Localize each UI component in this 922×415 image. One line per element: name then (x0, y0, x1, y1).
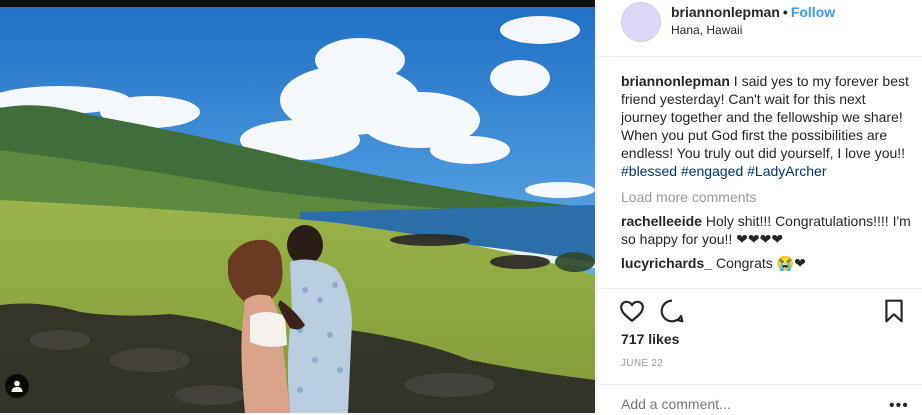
more-options-button[interactable]: ••• (889, 397, 909, 415)
header-dot: • (782, 4, 788, 20)
caption: briannonlepman I said yes to my forever … (621, 72, 911, 180)
add-comment-bar: ••• (597, 384, 922, 414)
hashtag-link[interactable]: #blessed (621, 163, 677, 179)
likes-count[interactable]: 717 likes (621, 331, 679, 347)
header-username[interactable]: briannonlepman (671, 4, 780, 20)
post-header: briannonlepman • Follow Hana, Hawaii (597, 0, 922, 57)
comments-list: briannonlepman I said yes to my forever … (621, 72, 911, 278)
bookmark-icon[interactable] (881, 298, 907, 324)
post-sidebar: briannonlepman • Follow Hana, Hawaii brian… (596, 0, 922, 414)
load-more-comments[interactable]: Load more comments (621, 188, 911, 206)
caption-username[interactable]: briannonlepman (621, 73, 730, 89)
post-photo[interactable] (0, 0, 595, 413)
comment-icon[interactable] (659, 298, 685, 324)
post-date[interactable]: JUNE 22 (621, 358, 663, 369)
hashtag-link[interactable]: #LadyArcher (747, 163, 826, 179)
comment-item: lucyrichards_ Congrats 😭❤ (621, 254, 911, 272)
comment-text: Congrats 😭❤ (715, 255, 806, 271)
heart-icon[interactable] (619, 298, 645, 324)
add-comment-input[interactable] (619, 395, 873, 413)
follow-button[interactable]: Follow (791, 4, 835, 20)
divider (597, 288, 922, 289)
comment-username[interactable]: rachelleeide (621, 213, 702, 229)
comment-item: rachelleeide Holy shit!!! Congratulation… (621, 212, 911, 248)
comment-username[interactable]: lucyrichards_ (621, 255, 712, 271)
avatar[interactable] (621, 2, 661, 42)
photo-scene (0, 0, 595, 413)
header-line: briannonlepman • Follow (671, 4, 835, 20)
location-link[interactable]: Hana, Hawaii (671, 23, 742, 37)
action-bar (597, 295, 922, 327)
hashtag-link[interactable]: #engaged (681, 163, 743, 179)
tagged-people-icon[interactable] (5, 374, 29, 398)
